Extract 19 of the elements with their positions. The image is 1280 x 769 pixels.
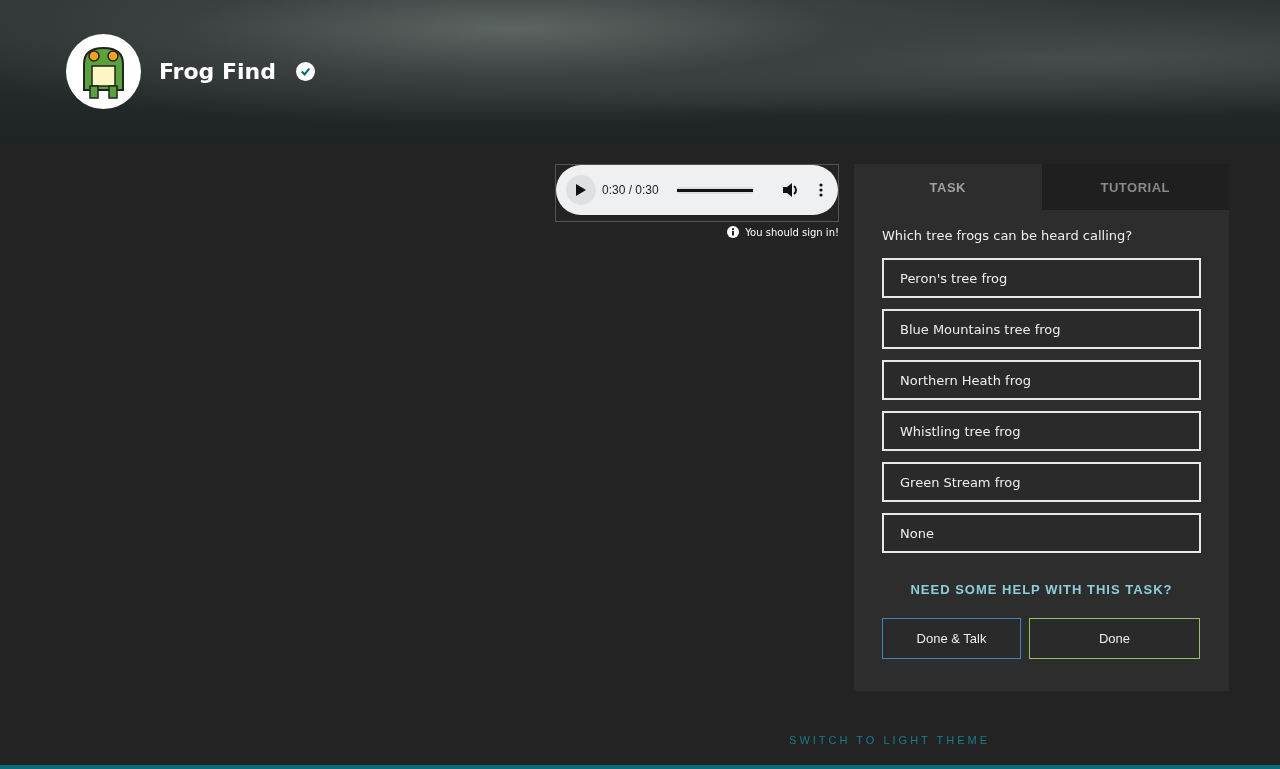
- play-icon: [576, 184, 586, 196]
- answer-option[interactable]: Peron's tree frog: [882, 258, 1201, 298]
- answer-option[interactable]: Whistling tree frog: [882, 411, 1201, 451]
- answer-option[interactable]: Green Stream frog: [882, 462, 1201, 502]
- volume-icon[interactable]: [782, 183, 799, 197]
- audio-time: 0:30 / 0:30: [602, 183, 659, 197]
- play-button[interactable]: [566, 175, 596, 205]
- help-link[interactable]: NEED SOME HELP WITH THIS TASK?: [910, 582, 1173, 597]
- sign-in-notice: You should sign in!: [745, 226, 839, 238]
- project-title: Frog Find: [159, 59, 276, 84]
- more-options-icon[interactable]: [818, 183, 823, 197]
- answer-option[interactable]: None: [882, 513, 1201, 553]
- info-icon: [727, 226, 740, 238]
- answer-option[interactable]: Northern Heath frog: [882, 360, 1201, 400]
- panel-tab[interactable]: TUTORIAL: [1041, 164, 1229, 210]
- done-button[interactable]: Done: [1029, 618, 1200, 659]
- answer-option[interactable]: Blue Mountains tree frog: [882, 309, 1201, 349]
- task-question: Which tree frogs can be heard calling?: [882, 228, 1134, 243]
- done-and-talk-button[interactable]: Done & Talk: [882, 618, 1021, 659]
